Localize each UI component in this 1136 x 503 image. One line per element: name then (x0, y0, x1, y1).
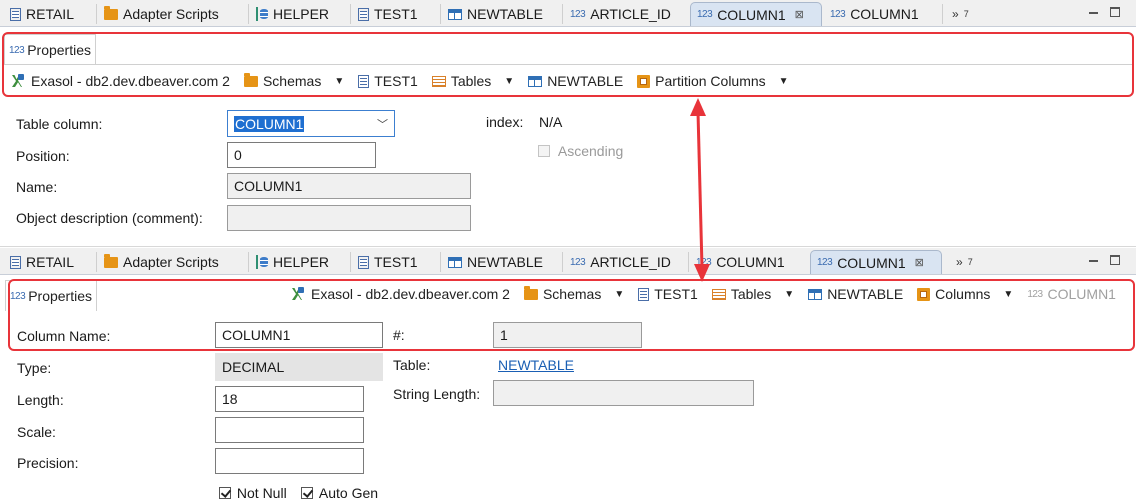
scale-field[interactable] (215, 417, 364, 443)
precision-label: Precision: (17, 455, 79, 471)
name-label: Name: (16, 179, 58, 195)
document-icon (10, 7, 21, 21)
ascending-checkbox[interactable]: Ascending (538, 143, 623, 159)
precision-field[interactable] (215, 448, 364, 474)
index-label: index: (486, 114, 524, 130)
auto-gen-checkbox[interactable]: Auto Gen (301, 485, 378, 501)
tab-overflow-chevron[interactable]: » 7 (946, 2, 975, 26)
type-label: Type: (17, 360, 52, 376)
checkbox-checked-icon (301, 487, 313, 499)
not-null-checkbox[interactable]: Not Null (219, 485, 287, 501)
column-123-icon: 123 (697, 9, 713, 20)
tab-column1[interactable]: 123 COLUMN1 (824, 2, 925, 26)
close-icon[interactable]: ⊠ (795, 8, 804, 21)
name-field[interactable]: COLUMN1 (227, 173, 471, 199)
tab-test1[interactable]: TEST1 (352, 2, 424, 26)
maximize-icon[interactable] (1110, 255, 1120, 265)
tab-adapter-scripts[interactable]: Adapter Scripts (98, 250, 225, 274)
table-label: Table: (393, 357, 431, 373)
schema-icon (256, 7, 268, 21)
string-length-field[interactable] (493, 380, 754, 406)
description-label: Object description (comment): (16, 210, 203, 226)
folder-icon (104, 5, 118, 20)
tab-retail[interactable]: RETAIL (4, 2, 80, 26)
column-123-icon: 123 (570, 256, 586, 268)
checkbox-checked-icon (219, 487, 231, 499)
tab-overflow-chevron[interactable]: » 7 (950, 250, 979, 274)
length-field[interactable]: 18 (215, 386, 364, 412)
editor-tab-bar-top: RETAIL Adapter Scripts HELPER TEST1 NEWT… (0, 0, 1136, 27)
tab-article-id[interactable]: 123 ARTICLE_ID (564, 250, 677, 274)
tab-helper[interactable]: HELPER (250, 250, 335, 274)
chevron-down-icon: ﹀ (377, 118, 388, 131)
index-value: N/A (539, 114, 563, 130)
table-icon (448, 256, 462, 268)
table-column-label: Table column: (16, 116, 103, 132)
maximize-icon[interactable] (1110, 7, 1120, 17)
minimize-icon[interactable] (1089, 12, 1098, 14)
highlight-box-bottom (8, 279, 1135, 351)
table-icon (448, 8, 462, 20)
editor-tab-bar-bottom: RETAIL Adapter Scripts HELPER TEST1 NEWT… (0, 248, 1136, 275)
tab-newtable[interactable]: NEWTABLE (442, 2, 549, 26)
tab-newtable[interactable]: NEWTABLE (442, 250, 549, 274)
close-icon[interactable]: ⊠ (915, 256, 924, 269)
tab-article-id[interactable]: 123 ARTICLE_ID (564, 2, 677, 26)
column-123-icon: 123 (817, 257, 833, 268)
checkbox-icon (538, 145, 550, 157)
document-icon (358, 255, 369, 269)
document-icon (10, 255, 21, 269)
scale-label: Scale: (17, 424, 56, 440)
column-123-icon: 123 (830, 8, 846, 20)
length-label: Length: (17, 392, 64, 408)
document-icon (358, 7, 369, 21)
table-link[interactable]: NEWTABLE (498, 357, 574, 373)
schema-icon (256, 255, 268, 269)
tab-column1-active[interactable]: 123 COLUMN1 ⊠ (810, 250, 942, 274)
position-label: Position: (16, 148, 70, 164)
string-length-label: String Length: (393, 386, 481, 402)
highlight-box-top (2, 32, 1134, 97)
position-field[interactable]: 0 (227, 142, 376, 168)
folder-icon (104, 253, 118, 268)
tab-adapter-scripts[interactable]: Adapter Scripts (98, 2, 225, 26)
minimize-icon[interactable] (1089, 260, 1098, 262)
description-field[interactable] (227, 205, 471, 231)
tab-helper[interactable]: HELPER (250, 2, 335, 26)
type-field[interactable]: DECIMAL (215, 353, 383, 381)
tab-column1-active[interactable]: 123 COLUMN1 ⊠ (690, 2, 822, 26)
column-123-icon: 123 (570, 8, 586, 20)
table-column-select[interactable]: COLUMN1 ﹀ (227, 110, 395, 137)
double-arrow-icon (690, 98, 710, 282)
tab-retail[interactable]: RETAIL (4, 250, 80, 274)
tab-test1[interactable]: TEST1 (352, 250, 424, 274)
